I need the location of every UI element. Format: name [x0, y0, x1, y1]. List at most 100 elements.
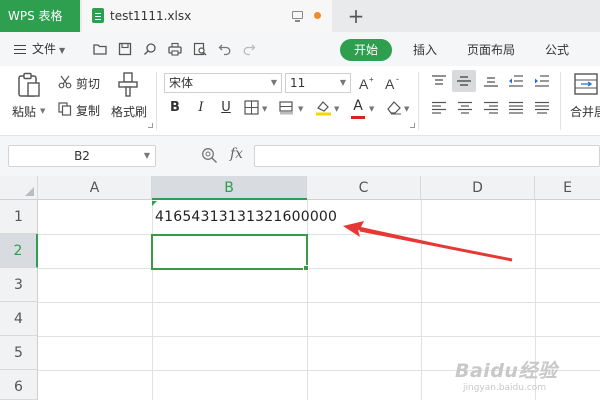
row-header-1[interactable]: 1 [0, 200, 38, 234]
eraser-icon[interactable] [386, 100, 402, 115]
text-number-flag-icon [152, 201, 157, 206]
clipboard-group-corner[interactable] [148, 123, 153, 128]
cell-fill-icon[interactable] [279, 100, 295, 115]
format-painter-button[interactable]: 格式刷 [111, 103, 147, 120]
folder-icon[interactable] [93, 42, 107, 56]
align-center-icon[interactable] [457, 101, 473, 115]
column-header-d[interactable]: D [421, 176, 535, 200]
document-tab[interactable]: test1111.xlsx [82, 0, 332, 32]
watermark-sub: jingyan.baidu.com [463, 383, 547, 393]
chevron-down-icon: ▼ [270, 78, 277, 87]
paste-button[interactable]: 粘贴 [12, 103, 36, 120]
ribbon-divider [560, 72, 561, 130]
merge-center-button[interactable]: 合并居 [570, 103, 600, 120]
column-header-a[interactable]: A [38, 176, 152, 200]
font-name-select[interactable]: 宋体 ▼ [164, 73, 282, 93]
spreadsheet-grid: A B C D E 1 2 3 4 5 6 416543131313216000… [0, 176, 600, 400]
formula-bar: B2 ▼ fx [0, 136, 600, 176]
format-painter-icon[interactable] [117, 72, 139, 98]
select-all-triangle-icon [25, 187, 34, 196]
arrow-annotation [343, 221, 513, 262]
tab-page-layout[interactable]: 页面布局 [467, 39, 515, 61]
monitor-icon[interactable] [292, 11, 303, 22]
border-icon[interactable] [244, 100, 259, 115]
align-top-icon[interactable] [431, 74, 447, 88]
border-chevron-icon[interactable]: ▼ [262, 105, 267, 113]
font-size-select[interactable]: 11 ▼ [285, 73, 351, 93]
redo-icon[interactable] [242, 42, 256, 56]
align-right-icon[interactable] [483, 101, 499, 115]
font-group-corner[interactable] [410, 123, 415, 128]
print-preview-icon[interactable] [193, 42, 207, 56]
font-color-chevron-icon[interactable]: ▼ [369, 105, 374, 113]
copy-button[interactable]: 复制 [76, 102, 100, 119]
decrease-indent-icon[interactable] [508, 74, 524, 88]
clear-chevron-icon[interactable]: ▼ [404, 105, 409, 113]
unsaved-dot-icon [314, 12, 321, 19]
fill-chevron-icon[interactable]: ▼ [298, 105, 303, 113]
undo-icon[interactable] [218, 42, 232, 56]
tab-insert[interactable]: 插入 [413, 39, 437, 61]
copy-icon [58, 102, 72, 116]
paste-icon[interactable] [16, 72, 42, 98]
italic-button[interactable]: I [192, 99, 210, 117]
tab-home[interactable]: 开始 [340, 39, 392, 61]
ribbon-toolbar: 粘贴 ▼ 剪切 复制 格式刷 宋体 ▼ 11 ▼ A + A- B I U ▼ ▼ ▼… [0, 66, 600, 136]
row-header-6[interactable]: 6 [0, 370, 38, 400]
title-tab-bar: WPS 表格 test1111.xlsx + [0, 0, 600, 32]
tab-formula[interactable]: 公式 [545, 39, 569, 61]
row-header-4[interactable]: 4 [0, 302, 38, 336]
spreadsheet-file-icon [92, 8, 104, 23]
print-icon[interactable] [168, 42, 182, 56]
row-header-5[interactable]: 5 [0, 336, 38, 370]
save-icon[interactable] [118, 42, 132, 56]
gridline [38, 268, 600, 269]
column-header-b[interactable]: B [152, 176, 307, 200]
decrease-font-icon[interactable]: A- [384, 74, 402, 92]
hamburger-icon [14, 45, 26, 54]
font-name-value: 宋体 [169, 76, 194, 90]
column-header-e[interactable]: E [535, 176, 600, 200]
row-header-2[interactable]: 2 [0, 234, 38, 268]
distributed-align-icon[interactable] [534, 101, 550, 115]
chevron-down-icon: ▼ [59, 46, 66, 55]
row-header-3[interactable]: 3 [0, 268, 38, 302]
font-color-bar [351, 116, 365, 119]
underline-button[interactable]: U [217, 99, 235, 117]
active-cell-b2[interactable] [151, 234, 308, 270]
increase-font-icon[interactable]: A + [358, 74, 376, 92]
name-box[interactable]: B2 ▼ [8, 145, 156, 167]
zoom-icon[interactable] [201, 147, 218, 164]
justify-icon[interactable] [508, 101, 524, 115]
ribbon-divider [156, 72, 157, 130]
align-middle-button[interactable] [452, 70, 476, 92]
svg-text:A: A [359, 76, 369, 92]
align-bottom-icon[interactable] [483, 74, 499, 88]
chevron-down-icon: ▼ [143, 151, 150, 160]
paste-chevron-icon[interactable]: ▼ [40, 107, 45, 115]
increase-indent-icon[interactable] [534, 74, 550, 88]
new-tab-button[interactable]: + [344, 3, 368, 29]
align-left-icon[interactable] [431, 101, 447, 115]
app-home-tab[interactable]: WPS 表格 [0, 0, 80, 32]
name-box-value: B2 [74, 149, 90, 163]
highlight-icon[interactable] [315, 99, 332, 116]
align-middle-icon [457, 76, 471, 86]
scissors-icon [58, 75, 72, 89]
insert-function-button[interactable]: fx [230, 146, 243, 162]
search-icon[interactable] [143, 42, 157, 56]
font-color-button[interactable]: A [349, 97, 367, 115]
column-header-c[interactable]: C [307, 176, 421, 200]
gridline [38, 302, 600, 303]
ribbon-divider [418, 72, 419, 130]
formula-input[interactable] [254, 145, 600, 167]
svg-text:-: - [396, 74, 399, 84]
svg-text:+: + [369, 75, 374, 84]
bold-button[interactable]: B [166, 99, 184, 117]
select-all-corner[interactable] [0, 176, 38, 200]
highlight-chevron-icon[interactable]: ▼ [334, 105, 339, 113]
cut-button[interactable]: 剪切 [76, 75, 100, 92]
merge-icon[interactable] [574, 72, 598, 96]
file-menu-button[interactable]: 文件 ▼ [14, 41, 65, 57]
gridline [38, 336, 600, 337]
